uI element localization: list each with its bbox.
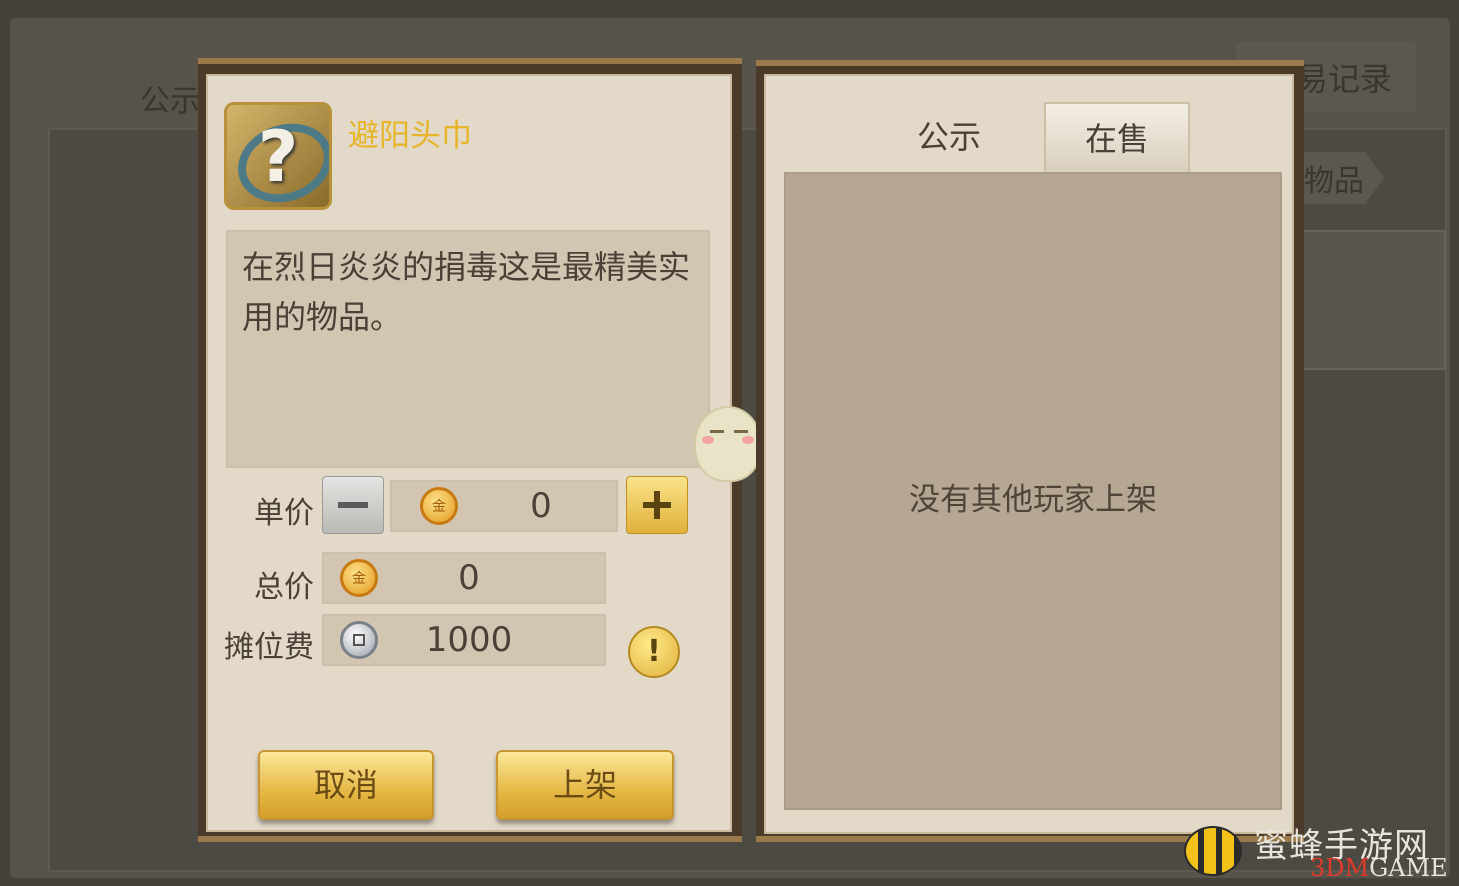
cancel-button[interactable]: 取消 (258, 750, 434, 820)
stall-fee-label: 摊位费 (224, 630, 314, 665)
bee-logo-icon (1184, 826, 1242, 876)
item-description: 在烈日炎炎的捐毒这是最精美实用的物品。 (226, 230, 710, 468)
unit-price-value: 0 (530, 486, 552, 526)
gold-coin-icon: 金 (420, 487, 458, 525)
question-mark-headscarf-icon: ? (224, 102, 332, 210)
total-price-field: 金 0 (322, 552, 606, 604)
stall-fee-info-button[interactable]: ! (628, 626, 680, 678)
increase-price-button[interactable] (626, 476, 688, 534)
item-name: 避阳头巾 (348, 118, 472, 154)
site-watermark: 蜜蜂手游网 3DMGAME (1180, 818, 1450, 882)
stall-fee-field: 1000 (322, 614, 606, 666)
market-listings-panel: 公示 在售 没有其他玩家上架 (756, 60, 1304, 842)
unit-price-field[interactable]: 金 0 (390, 480, 618, 532)
market-listings-body: 公示 在售 没有其他玩家上架 (764, 74, 1294, 834)
listing-dialog: ? 避阳头巾 在烈日炎炎的捐毒这是最精美实用的物品。 单价 金 0 总价 金 0… (198, 58, 742, 842)
list-item-button[interactable]: 上架 (496, 750, 674, 820)
silver-coin-icon (340, 621, 378, 659)
background-items-tag: 物品 (1290, 152, 1384, 204)
stall-fee-value: 1000 (425, 620, 513, 660)
tab-on-sale[interactable]: 在售 (1044, 102, 1190, 172)
unit-price-label: 单价 (254, 496, 314, 531)
total-price-label: 总价 (254, 570, 314, 605)
watermark-en-suffix: GAME (1369, 854, 1448, 882)
empty-listings-message: 没有其他玩家上架 (909, 482, 1157, 518)
total-price-value: 0 (458, 558, 480, 598)
watermark-en-text: 3DMGAME (1310, 854, 1448, 882)
listing-dialog-body: ? 避阳头巾 在烈日炎炎的捐毒这是最精美实用的物品。 单价 金 0 总价 金 0… (206, 74, 732, 832)
gold-coin-icon: 金 (340, 559, 378, 597)
watermark-en-prefix: 3DM (1310, 854, 1370, 882)
listings-area: 没有其他玩家上架 (784, 172, 1282, 810)
background-tab-announce: 公示 (140, 84, 200, 119)
tab-announcement[interactable]: 公示 (876, 102, 1022, 172)
minus-icon (338, 502, 368, 508)
background-card (1300, 230, 1446, 370)
decrease-price-button[interactable] (322, 476, 384, 534)
